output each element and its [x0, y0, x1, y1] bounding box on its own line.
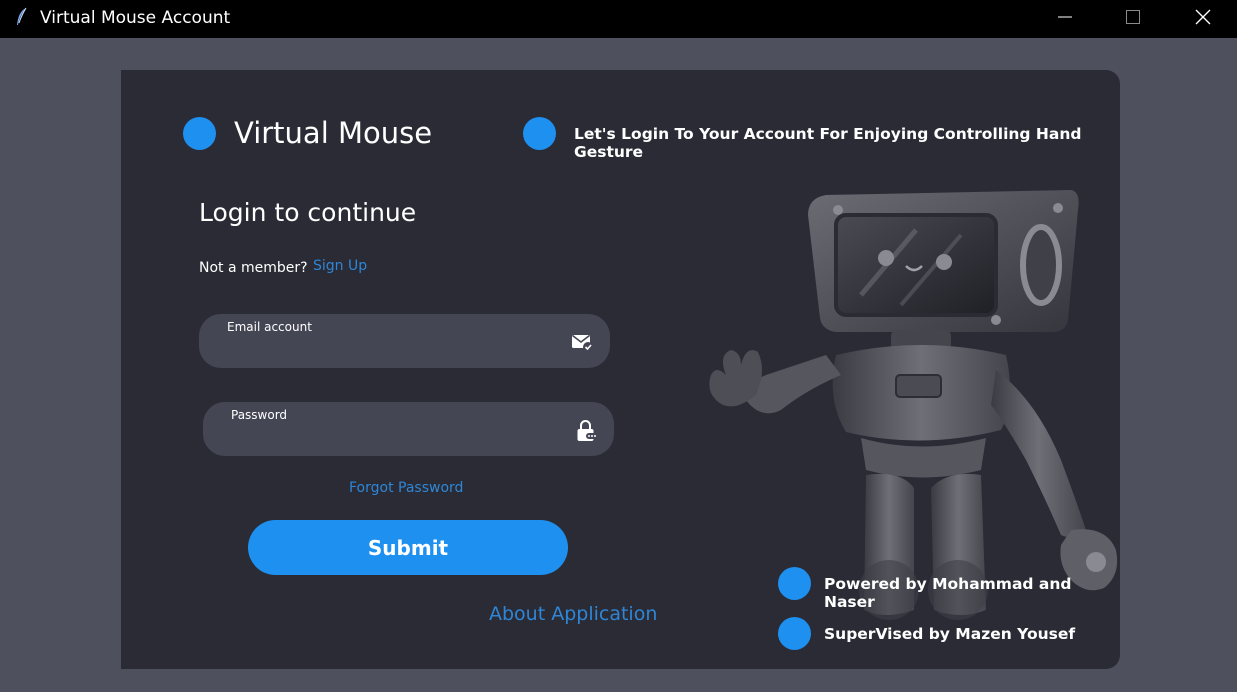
tagline-dot — [523, 117, 556, 150]
minimize-icon — [1057, 9, 1073, 29]
email-field[interactable]: Email account — [199, 314, 610, 368]
maximize-button[interactable] — [1098, 0, 1168, 38]
login-card: Virtual Mouse Let's Login To Your Accoun… — [121, 70, 1120, 669]
powered-by-text: Powered by Mohammad and Naser — [824, 575, 1072, 611]
login-heading: Login to continue — [199, 198, 417, 227]
about-application-link[interactable]: About Application — [489, 603, 657, 625]
email-input[interactable] — [225, 340, 549, 364]
title-bar: Virtual Mouse Account — [0, 0, 1237, 38]
supervised-by-text: SuperVised by Mazen Yousef — [824, 625, 1076, 643]
supervised-by-dot — [778, 617, 811, 650]
email-label: Email account — [227, 320, 312, 334]
lock-icon — [574, 418, 598, 442]
close-icon — [1194, 8, 1212, 30]
submit-button[interactable]: Submit — [248, 520, 568, 575]
mail-check-icon — [570, 330, 594, 354]
tagline: Let's Login To Your Account For Enjoying… — [574, 125, 1082, 161]
not-member-text: Not a member? — [199, 260, 308, 276]
password-field[interactable]: Password — [203, 402, 614, 456]
feather-icon — [14, 7, 30, 27]
password-label: Password — [231, 408, 288, 422]
signup-link[interactable]: Sign Up — [313, 258, 367, 274]
minimize-button[interactable] — [1030, 0, 1100, 38]
brand-name: Virtual Mouse — [234, 116, 433, 150]
robot-illustration — [686, 170, 1120, 640]
forgot-password-link[interactable]: Forgot Password — [349, 480, 463, 496]
powered-by-dot — [778, 567, 811, 600]
window-title: Virtual Mouse Account — [40, 8, 231, 28]
brand-dot — [183, 117, 216, 150]
password-input[interactable] — [229, 428, 553, 452]
close-button[interactable] — [1168, 0, 1237, 38]
maximize-icon — [1125, 9, 1141, 29]
